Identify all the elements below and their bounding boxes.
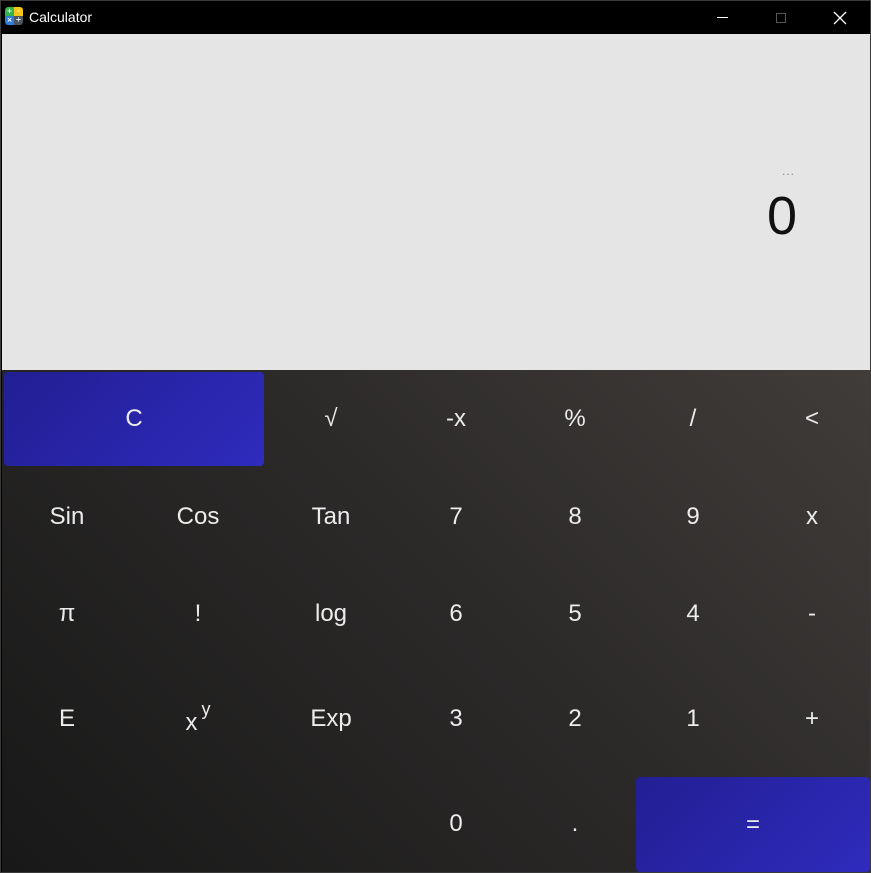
digit-4-button[interactable]: 4 [634, 567, 752, 661]
title-bar[interactable]: + - × ÷ Calculator [1, 1, 870, 34]
sqrt-button[interactable]: √ [272, 372, 390, 466]
e-constant-button[interactable]: E [4, 672, 130, 766]
multiply-button[interactable]: x [753, 470, 870, 564]
calculator-window: + - × ÷ Calculator ... 0 C √ -x % / < Sin … [0, 0, 871, 873]
negate-button[interactable]: -x [397, 372, 515, 466]
backspace-button[interactable]: < [753, 372, 870, 466]
power-exponent-label: y [201, 698, 211, 719]
result-display: 0 [766, 186, 797, 246]
expression-display: ... [781, 164, 795, 178]
maximize-button[interactable] [752, 1, 810, 34]
digit-3-button[interactable]: 3 [397, 672, 515, 766]
exp-button[interactable]: Exp [272, 672, 390, 766]
minimize-icon [716, 17, 728, 18]
minimize-button[interactable] [693, 1, 751, 34]
digit-2-button[interactable]: 2 [516, 672, 634, 766]
factorial-button[interactable]: ! [135, 567, 261, 661]
percent-button[interactable]: % [516, 372, 634, 466]
calculator-app-icon: + - × ÷ [5, 7, 23, 25]
divide-button[interactable]: / [634, 372, 752, 466]
digit-6-button[interactable]: 6 [397, 567, 515, 661]
digit-8-button[interactable]: 8 [516, 470, 634, 564]
plus-button[interactable]: + [753, 672, 870, 766]
maximize-icon [776, 12, 786, 23]
power-button[interactable]: xy [135, 672, 261, 766]
window-title: Calculator [29, 9, 93, 25]
digit-1-button[interactable]: 1 [634, 672, 752, 766]
tan-button[interactable]: Tan [272, 470, 390, 564]
digit-7-button[interactable]: 7 [397, 470, 515, 564]
sin-button[interactable]: Sin [4, 470, 130, 564]
equals-button[interactable]: = [636, 777, 870, 872]
pi-button[interactable]: π [4, 567, 130, 661]
power-base-label: x [185, 709, 198, 736]
minus-button[interactable]: - [753, 567, 870, 661]
display-panel: ... 0 [2, 34, 870, 370]
log-button[interactable]: log [272, 567, 390, 661]
digit-9-button[interactable]: 9 [634, 470, 752, 564]
close-button[interactable] [811, 1, 869, 34]
cos-button[interactable]: Cos [135, 470, 261, 564]
keypad: C √ -x % / < Sin Cos Tan 7 8 9 x π ! log… [2, 370, 870, 872]
clear-button[interactable]: C [4, 372, 264, 466]
digit-5-button[interactable]: 5 [516, 567, 634, 661]
digit-0-button[interactable]: 0 [397, 777, 515, 871]
close-icon [833, 11, 847, 24]
decimal-button[interactable]: . [516, 777, 634, 871]
